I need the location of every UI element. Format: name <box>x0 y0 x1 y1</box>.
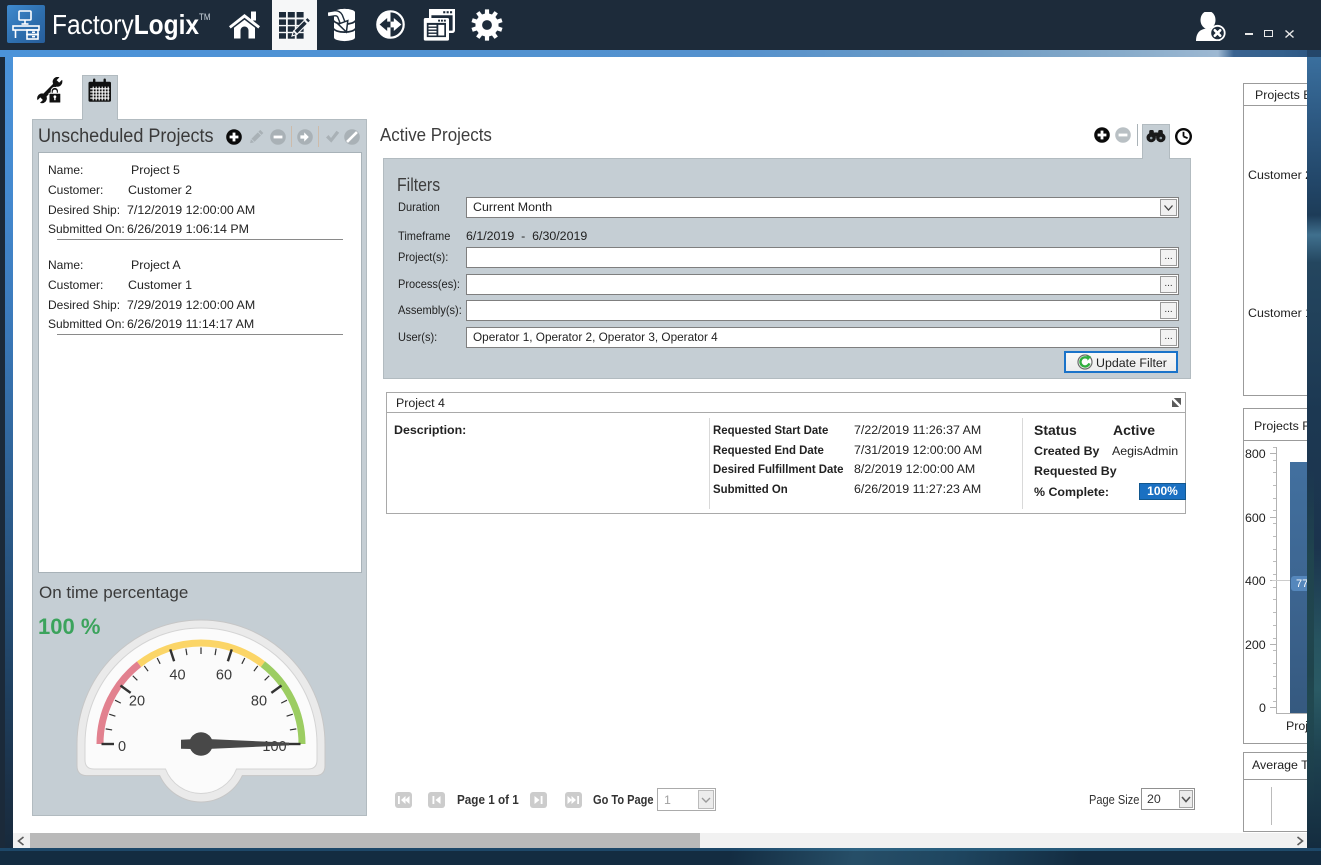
svg-text:40: 40 <box>169 668 185 684</box>
svg-text:80: 80 <box>251 694 267 710</box>
svg-text:20: 20 <box>129 694 145 710</box>
svg-text:60: 60 <box>216 668 232 684</box>
svg-text:100: 100 <box>262 739 286 755</box>
svg-text:0: 0 <box>118 739 126 755</box>
